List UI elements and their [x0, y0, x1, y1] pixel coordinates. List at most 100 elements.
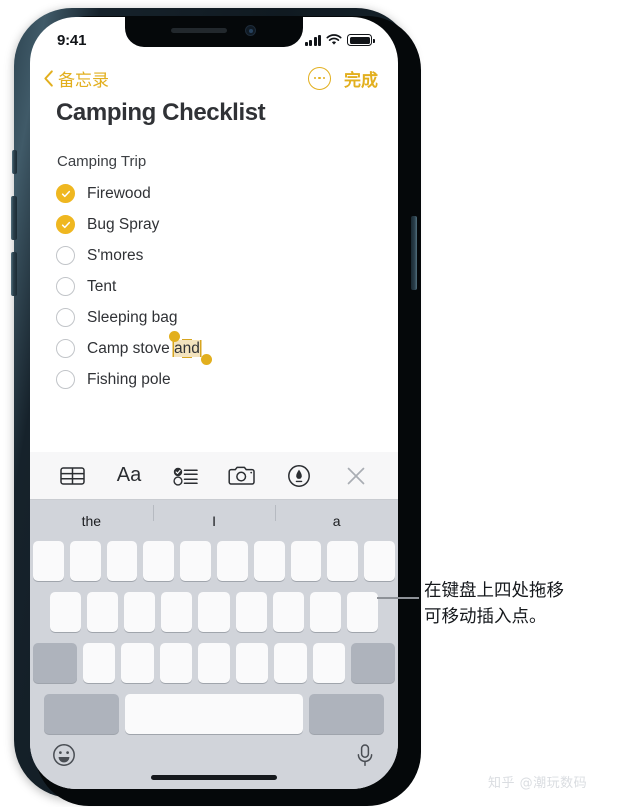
return-key[interactable]: [309, 694, 384, 734]
notch: [125, 17, 303, 47]
screenshot-canvas: 9:41 备忘录 完成 Camping Checklist Camping Tr…: [0, 0, 640, 807]
volume-down-button[interactable]: [11, 252, 17, 296]
letter-key[interactable]: [161, 592, 193, 632]
keyboard-row-2: [33, 592, 395, 632]
letter-key[interactable]: [198, 592, 230, 632]
text-format-icon[interactable]: Aa: [112, 459, 146, 493]
phone-screen: 9:41 备忘录 完成 Camping Checklist Camping Tr…: [30, 17, 398, 789]
keyboard-row-4: [33, 694, 395, 734]
checkbox-checked-icon[interactable]: [56, 184, 75, 203]
letter-key[interactable]: [309, 592, 341, 632]
shift-key[interactable]: [33, 643, 78, 683]
wifi-icon: [326, 34, 342, 45]
letter-key[interactable]: [197, 643, 231, 683]
back-button-label: 备忘录: [58, 70, 109, 90]
checkbox-empty-icon[interactable]: [56, 370, 75, 389]
checkbox-empty-icon[interactable]: [56, 277, 75, 296]
silent-switch-button[interactable]: [12, 150, 17, 174]
letter-key[interactable]: [121, 643, 154, 683]
emoji-icon[interactable]: [52, 743, 76, 772]
camera-icon[interactable]: [225, 459, 259, 493]
letter-key[interactable]: [253, 541, 285, 581]
predictive-word[interactable]: I: [152, 504, 276, 529]
selected-text[interactable]: and: [174, 339, 200, 357]
table-icon[interactable]: [55, 459, 89, 493]
navigation-bar: 备忘录 完成: [30, 61, 398, 95]
letter-key[interactable]: [327, 541, 359, 581]
checklist-icon[interactable]: [169, 459, 203, 493]
note-subtitle: Camping Trip: [57, 153, 147, 170]
delete-key[interactable]: [350, 643, 395, 683]
note-title: Camping Checklist: [56, 99, 266, 126]
checklist-item-label: Tent: [87, 277, 117, 295]
selection-handle-start[interactable]: [169, 331, 180, 342]
battery-icon: [347, 34, 375, 46]
callout-line: 在键盘上四处拖移: [424, 581, 564, 601]
letter-key[interactable]: [217, 541, 248, 581]
checkbox-empty-icon[interactable]: [56, 308, 75, 327]
done-button[interactable]: 完成: [344, 66, 378, 91]
back-button[interactable]: 备忘录: [43, 66, 109, 91]
checklist-item-label: Firewood: [87, 184, 151, 202]
letter-key[interactable]: [236, 643, 269, 683]
note-format-toolbar: Aa: [30, 452, 398, 500]
number-mode-key[interactable]: [44, 694, 119, 734]
callout-leader-line: [377, 597, 419, 599]
letter-key[interactable]: [106, 541, 138, 581]
checklist-item-label: Camp stove and: [87, 339, 200, 357]
status-time: 9:41: [57, 31, 87, 49]
keyboard: Aa the I a: [30, 452, 398, 789]
space-key[interactable]: [125, 694, 303, 734]
note-content: Camping Checklist Camping Trip Firewood B…: [30, 99, 398, 395]
letter-key[interactable]: [87, 592, 119, 632]
letter-key[interactable]: [83, 643, 116, 683]
checklist-item-label: S'mores: [87, 246, 144, 264]
checklist-item[interactable]: Fishing pole: [56, 364, 372, 395]
power-button[interactable]: [411, 216, 417, 290]
letter-key[interactable]: [312, 643, 345, 683]
letter-key[interactable]: [346, 592, 378, 632]
status-indicators: [304, 34, 375, 46]
microphone-icon[interactable]: [354, 743, 376, 772]
letter-key[interactable]: [159, 643, 192, 683]
checklist-item-label: Bug Spray: [87, 215, 160, 233]
close-icon[interactable]: [339, 459, 373, 493]
keyboard-keys: [30, 541, 398, 745]
checklist-item[interactable]: Tent: [56, 271, 372, 302]
checklist-item[interactable]: Bug Spray: [56, 209, 372, 240]
callout-line: 可移动插入点。: [424, 607, 547, 627]
predictive-word[interactable]: a: [275, 504, 398, 529]
letter-key[interactable]: [274, 643, 307, 683]
earpiece-speaker-icon: [171, 28, 227, 33]
letter-key[interactable]: [364, 541, 395, 581]
checklist-item[interactable]: Firewood: [56, 178, 372, 209]
letter-key[interactable]: [143, 541, 175, 581]
letter-key[interactable]: [124, 592, 156, 632]
checklist-item[interactable]: Camp stove and: [56, 331, 372, 365]
checkbox-checked-icon[interactable]: [56, 215, 75, 234]
letter-key[interactable]: [33, 541, 64, 581]
checkbox-empty-icon[interactable]: [56, 246, 75, 265]
predictive-word[interactable]: the: [30, 513, 153, 529]
nav-bar-right-group: 完成: [308, 66, 378, 91]
checklist-item[interactable]: Sleeping bag: [56, 302, 372, 333]
letter-key[interactable]: [50, 592, 82, 632]
keyboard-bottom-bar: [30, 739, 398, 789]
keyboard-row-3: [33, 643, 395, 683]
letter-key[interactable]: [180, 541, 211, 581]
letter-key[interactable]: [235, 592, 267, 632]
markup-pen-icon[interactable]: [282, 459, 316, 493]
checklist-item[interactable]: S'mores: [56, 240, 372, 271]
chevron-left-icon: [44, 69, 53, 87]
letter-key[interactable]: [290, 541, 322, 581]
checklist-item-label: Sleeping bag: [87, 308, 178, 326]
checklist-item-label: Fishing pole: [87, 370, 171, 388]
checklist: Firewood Bug Spray S'mores Tent Sleeping bag…: [56, 178, 372, 395]
checkbox-empty-icon[interactable]: [56, 339, 75, 358]
more-circle-icon[interactable]: [308, 66, 331, 90]
letter-key[interactable]: [272, 592, 304, 632]
letter-key[interactable]: [69, 541, 101, 581]
volume-up-button[interactable]: [11, 196, 17, 240]
predictive-text-bar: the Ia: [30, 500, 398, 541]
home-indicator[interactable]: [151, 775, 277, 780]
